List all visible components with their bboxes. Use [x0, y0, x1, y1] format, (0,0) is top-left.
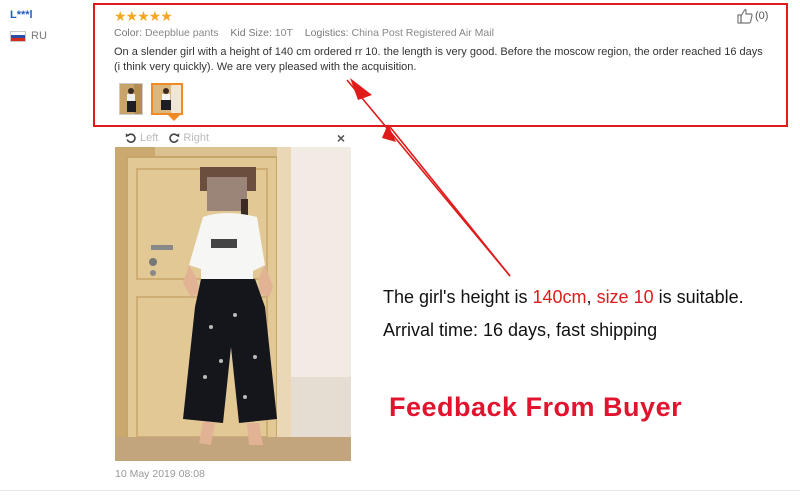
- rotate-left-button[interactable]: Left: [125, 132, 158, 144]
- thumbnail-photo-image: [120, 84, 142, 114]
- image-viewer-toolbar: Left Right ×: [115, 128, 351, 147]
- caption-text: ,: [586, 287, 597, 307]
- height-size-caption: The girl's height is 140cm, size 10 is s…: [383, 287, 744, 308]
- rotate-right-label: Right: [183, 131, 210, 144]
- russia-flag-icon: [10, 31, 26, 42]
- row-divider: [0, 490, 800, 491]
- size-label: Kid Size:: [230, 27, 272, 39]
- caption-text: The girl's height is: [383, 287, 533, 307]
- caption-size: size 10: [596, 287, 654, 307]
- girl-photo-image: [115, 147, 351, 461]
- review-date: 10 May 2019 08:08: [115, 468, 205, 480]
- size-value: 10T: [274, 27, 293, 39]
- photo-thumbnail-selected[interactable]: [151, 83, 183, 115]
- logistics-value: China Post Registered Air Mail: [351, 27, 494, 39]
- feedback-headline: Feedback From Buyer: [389, 392, 683, 422]
- arrival-caption: Arrival time: 16 days, fast shipping: [383, 320, 658, 340]
- rotate-right-icon: [169, 132, 180, 143]
- close-viewer-button[interactable]: ×: [337, 130, 345, 146]
- color-label: Color:: [114, 27, 143, 39]
- review-text: On a slender girl with a height of 140 c…: [114, 46, 763, 73]
- photo-thumbnail[interactable]: [119, 83, 143, 115]
- caption-text: is suitable.: [653, 287, 744, 307]
- reviewer-country: RU: [31, 30, 47, 42]
- thumbs-up-icon: [737, 9, 753, 24]
- review-photo: [115, 147, 351, 461]
- rotate-left-icon: [125, 132, 136, 143]
- review-attributes: Color: Deepblue pants Kid Size: 10T Logi…: [114, 27, 494, 39]
- rotate-left-label: Left: [140, 131, 159, 144]
- logistics-label: Logistics:: [304, 27, 349, 39]
- helpful-button[interactable]: (0): [737, 8, 768, 24]
- photo-thumbnails: [119, 83, 183, 115]
- selected-thumb-pointer: [168, 115, 180, 121]
- thumbnail-photo-image: [153, 85, 181, 113]
- reviewer-name: L***l: [10, 9, 33, 21]
- rotate-right-button[interactable]: Right: [168, 132, 209, 144]
- caption-height: 140cm: [532, 287, 587, 307]
- rating-stars: ★★★★★: [114, 8, 173, 24]
- helpful-count: (0): [755, 10, 769, 22]
- color-value: Deepblue pants: [144, 27, 219, 39]
